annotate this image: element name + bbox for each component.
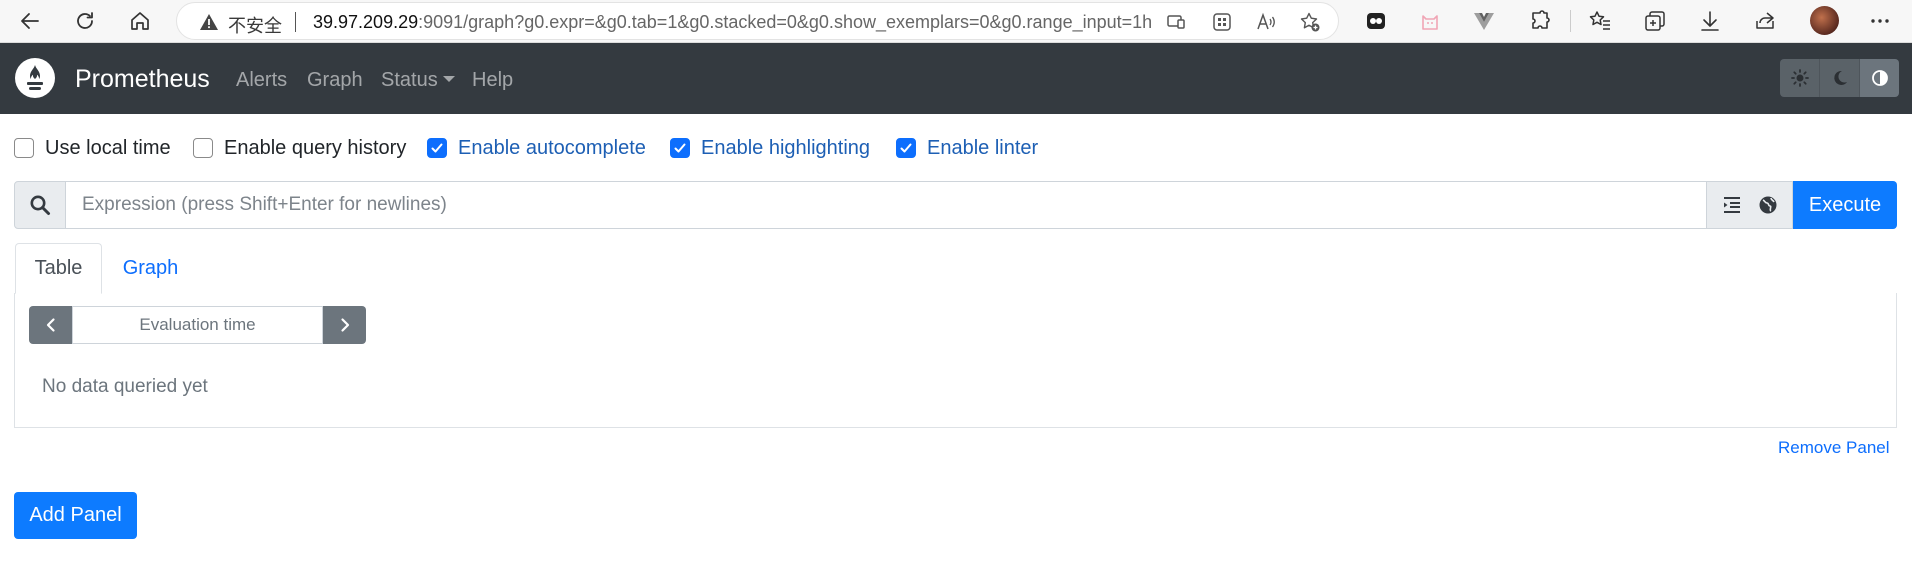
half-circle-icon	[1871, 70, 1888, 86]
evaluation-time-group	[29, 306, 366, 344]
tab-table[interactable]: Table	[15, 243, 102, 294]
checkbox-enable-autocomplete[interactable]	[427, 138, 447, 158]
nav-alerts[interactable]: Alerts	[236, 69, 287, 92]
address-bar[interactable]: 不安全 39.97.209.29:9091/graph?g0.expr=&g0.…	[176, 2, 1339, 40]
search-icon	[30, 195, 50, 215]
nav-help[interactable]: Help	[472, 69, 513, 92]
light-theme-button[interactable]	[1780, 59, 1820, 97]
add-panel-button[interactable]: Add Panel	[14, 492, 137, 539]
metrics-explorer-button[interactable]	[1743, 181, 1793, 229]
extensions-icon[interactable]	[1528, 9, 1552, 33]
empty-state-message: No data queried yet	[42, 376, 208, 397]
expression-input-group: Execute	[14, 181, 1897, 229]
option-label: Enable autocomplete	[458, 136, 646, 159]
refresh-button[interactable]	[67, 4, 103, 38]
url-path: :9091/graph?g0.expr=&g0.tab=1&g0.stacked…	[418, 12, 1153, 32]
collections-icon[interactable]	[1643, 9, 1667, 33]
add-favorite-icon[interactable]	[1299, 11, 1321, 33]
option-enable-query-history[interactable]: Enable query history	[193, 136, 406, 160]
checkbox-enable-linter[interactable]	[896, 138, 916, 158]
eval-time-forward-button[interactable]	[323, 306, 366, 344]
expression-input[interactable]	[66, 181, 1707, 229]
qr-grid-icon[interactable]	[1211, 11, 1233, 33]
vue-devtools-icon[interactable]	[1472, 9, 1496, 33]
favorites-icon[interactable]	[1588, 9, 1612, 33]
globe-icon	[1759, 196, 1776, 214]
option-label: Enable highlighting	[701, 136, 871, 159]
checkmark-icon	[674, 143, 686, 153]
toolbar-divider	[1570, 10, 1571, 32]
dark-theme-button[interactable]	[1820, 59, 1860, 97]
checkmark-icon	[431, 143, 443, 153]
indent-icon	[1723, 197, 1740, 213]
read-aloud-icon[interactable]	[1255, 11, 1277, 33]
brand-title[interactable]: Prometheus	[75, 65, 210, 94]
sun-icon	[1790, 69, 1809, 87]
checkmark-icon	[900, 143, 912, 153]
cat-extension-icon[interactable]	[1418, 9, 1442, 33]
chevron-right-icon	[340, 318, 349, 332]
evaluation-time-input[interactable]	[72, 306, 323, 344]
more-options-icon[interactable]	[1868, 9, 1892, 33]
back-arrow-icon	[21, 13, 39, 29]
warning-icon	[200, 14, 218, 30]
back-button[interactable]	[12, 4, 48, 38]
option-use-local-time[interactable]: Use local time	[14, 136, 171, 160]
moon-icon	[1833, 70, 1847, 85]
remove-panel-link[interactable]: Remove Panel	[1778, 438, 1890, 458]
address-separator	[295, 12, 296, 32]
prometheus-logo-icon[interactable]	[15, 58, 55, 98]
tab-graph[interactable]: Graph	[108, 243, 193, 294]
auto-theme-button[interactable]	[1860, 59, 1899, 97]
home-button[interactable]	[122, 4, 158, 38]
prometheus-navbar: Prometheus Alerts Graph Status Help	[0, 43, 1912, 114]
option-label: Enable query history	[224, 136, 407, 159]
app-available-icon[interactable]	[1165, 11, 1187, 33]
search-addon	[14, 181, 66, 229]
execute-button[interactable]: Execute	[1793, 181, 1897, 229]
share-icon[interactable]	[1753, 9, 1777, 33]
chevron-left-icon	[46, 318, 55, 332]
option-label: Enable linter	[927, 136, 1039, 159]
home-icon	[131, 12, 149, 30]
theme-toggle-group	[1780, 59, 1899, 97]
nav-status-label: Status	[381, 69, 438, 91]
extension-icon[interactable]	[1364, 9, 1388, 33]
refresh-icon	[77, 12, 93, 29]
insecure-label: 不安全	[228, 16, 282, 36]
checkbox-enable-query-history[interactable]	[193, 138, 213, 158]
option-enable-linter[interactable]: Enable linter	[896, 136, 1038, 160]
nav-status-dropdown[interactable]: Status	[381, 69, 455, 92]
caret-down-icon	[442, 76, 455, 82]
checkbox-use-local-time[interactable]	[14, 138, 34, 158]
option-enable-autocomplete[interactable]: Enable autocomplete	[427, 136, 646, 160]
checkbox-enable-highlighting[interactable]	[670, 138, 690, 158]
eval-time-back-button[interactable]	[29, 306, 72, 344]
url-host: 39.97.209.29	[313, 12, 419, 32]
nav-graph[interactable]: Graph	[307, 69, 363, 92]
profile-avatar[interactable]	[1810, 6, 1839, 35]
url-text: 39.97.209.29:9091/graph?g0.expr=&g0.tab=…	[313, 12, 1152, 33]
browser-toolbar: 不安全 39.97.209.29:9091/graph?g0.expr=&g0.…	[0, 0, 1912, 43]
downloads-icon[interactable]	[1698, 9, 1722, 33]
option-enable-highlighting[interactable]: Enable highlighting	[670, 136, 870, 160]
option-label: Use local time	[45, 136, 171, 159]
